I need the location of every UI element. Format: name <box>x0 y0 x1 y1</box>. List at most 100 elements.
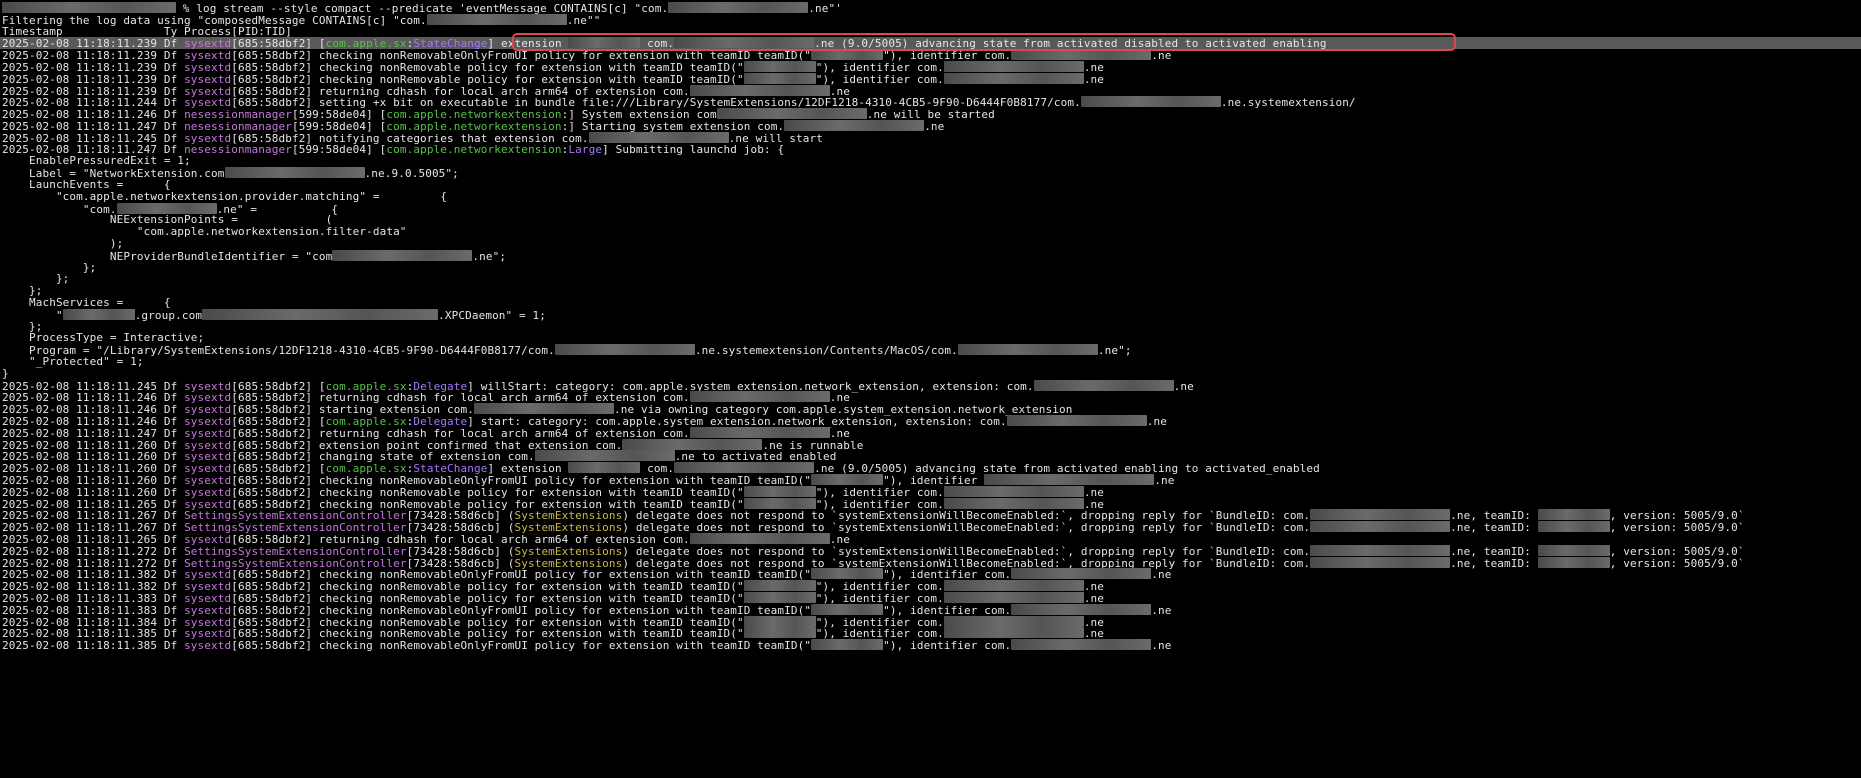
log-line: 2025-02-08 11:18:11.272 Df SettingsSyste… <box>2 556 1745 570</box>
log-line: 2025-02-08 11:18:11.260 Df sysextd[685:5… <box>2 474 1175 486</box>
redacted-text <box>743 61 816 72</box>
redacted-text <box>674 37 815 49</box>
log-line: 2025-02-08 11:18:11.239 Df sysextd[685:5… <box>2 72 1105 86</box>
log-text: .ne <box>1151 568 1172 582</box>
log-line: } <box>2 366 9 380</box>
log-line: % log stream --style compact --predicate… <box>2 2 842 14</box>
redacted-text <box>62 308 135 320</box>
redacted-text <box>1537 556 1610 568</box>
log-line: 2025-02-08 11:18:11.239 Df sysextd[685:5… <box>2 84 850 97</box>
redacted-text <box>202 308 439 320</box>
log-text: .XPCDaemon" = 1; <box>438 308 547 322</box>
log-text: .ne <box>1173 379 1194 393</box>
log-text: .ne, teamID: <box>1450 521 1538 535</box>
log-text: "), identifier com. <box>883 639 1012 653</box>
redacted-text <box>332 249 473 261</box>
log-text: ProcessType = Interactive; <box>2 331 205 345</box>
redacted-text <box>622 438 763 450</box>
log-text: [599:58de04] [ <box>291 142 387 156</box>
log-text: ); <box>2 237 124 250</box>
log-line: EnablePressuredExit = 1; <box>2 155 191 167</box>
redacted-text <box>689 84 830 96</box>
log-line: 2025-02-08 11:18:11.383 Df sysextd[685:5… <box>2 592 1104 604</box>
redacted-text <box>1537 521 1610 533</box>
log-text: .ne.9.0.5005"; <box>364 167 459 181</box>
redacted-text <box>743 615 816 627</box>
log-text: .ne <box>1146 415 1167 428</box>
redacted-text <box>689 533 830 544</box>
log-line: ProcessType = Interactive; <box>2 332 204 344</box>
redacted-text <box>943 485 1084 497</box>
redacted-text <box>1033 379 1174 391</box>
log-line: 2025-02-08 11:18:11.244 Df sysextd[685:5… <box>2 96 1356 110</box>
log-line: ); <box>2 238 123 250</box>
redacted-text <box>811 49 884 61</box>
terminal-window[interactable]: % log stream --style compact --predicate… <box>0 0 1861 778</box>
log-text: , version: 5005/9.0` <box>1609 556 1745 570</box>
log-line: 2025-02-08 11:18:11.246 Df sysextd[685:5… <box>2 403 1073 416</box>
log-text: [685:58dbf2] checking nonRemovableOnlyFr… <box>231 639 812 653</box>
log-text: MachServices = { <box>2 296 171 309</box>
redacted-text <box>568 37 641 49</box>
log-text: .ne <box>1151 49 1172 63</box>
redacted-text <box>943 615 1084 627</box>
redacted-text <box>554 344 695 356</box>
redacted-text <box>2 2 176 13</box>
redacted-text <box>716 108 867 120</box>
log-text: .ne <box>1151 603 1172 617</box>
redacted-text <box>743 580 816 592</box>
log-text: .ne <box>924 120 945 133</box>
log-line: 2025-02-08 11:18:11.383 Df sysextd[685:5… <box>2 603 1172 617</box>
log-text: .ne, teamID: <box>1450 556 1538 570</box>
log-line: 2025-02-08 11:18:11.265 Df sysextd[685:5… <box>2 497 1104 510</box>
log-line: "_Protected" = 1; <box>2 356 144 368</box>
log-line: 2025-02-08 11:18:11.267 Df SettingsSyste… <box>2 509 1745 522</box>
log-text: } <box>2 366 9 380</box>
redacted-text <box>534 450 675 462</box>
log-text: 2025-02-08 11:18:11.385 Df <box>2 639 185 653</box>
log-line: 2025-02-08 11:18:11.245 Df sysextd[685:5… <box>2 379 1194 393</box>
log-line: 2025-02-08 11:18:11.246 Df sysextd[685:5… <box>2 415 1167 427</box>
log-line: 2025-02-08 11:18:11.260 Df sysextd[685:5… <box>2 462 1320 475</box>
redacted-text <box>689 426 830 438</box>
redacted-text <box>1310 521 1451 533</box>
redacted-text <box>474 403 614 415</box>
log-text: .ne"; <box>472 249 507 263</box>
log-line: " .group.com .XPCDaemon" = 1; <box>2 308 547 322</box>
redacted-text <box>674 462 815 474</box>
redacted-text <box>1011 568 1152 580</box>
redacted-text <box>1011 49 1152 61</box>
log-line: 2025-02-08 11:18:11.246 Df nesessionmana… <box>2 108 995 121</box>
log-line: 2025-02-08 11:18:11.260 Df sysextd[685:5… <box>2 450 837 463</box>
redacted-text <box>984 474 1155 485</box>
redacted-text <box>1310 544 1451 556</box>
log-text: "com.apple.networkextension.provider.mat… <box>2 189 448 203</box>
redacted-text <box>1011 603 1152 615</box>
redacted-text <box>1080 96 1221 108</box>
log-text: .ne"" <box>566 13 601 27</box>
log-text: Timestamp Ty Process[PID:TID] <box>2 24 292 38</box>
log-text: , version: 5005/9.0` <box>1609 521 1745 535</box>
redacted-text <box>568 462 641 474</box>
redacted-text <box>1537 509 1610 521</box>
log-line: 2025-02-08 11:18:11.385 Df sysextd[685:5… <box>2 639 1171 653</box>
log-line: 2025-02-08 11:18:11.260 Df sysextd[685:5… <box>2 438 863 451</box>
redacted-text <box>943 592 1084 603</box>
log-line: "com.apple.networkextension.provider.mat… <box>2 189 448 203</box>
redacted-text <box>743 72 816 84</box>
log-text: .group.com <box>134 308 203 322</box>
redacted-text <box>811 474 884 485</box>
log-line: 2025-02-08 11:18:11.246 Df sysextd[685:5… <box>2 391 850 404</box>
redacted-text <box>1310 556 1451 568</box>
log-line: 2025-02-08 11:18:11.267 Df SettingsSyste… <box>2 521 1745 535</box>
redacted-text <box>588 131 729 143</box>
redacted-text <box>943 61 1084 72</box>
log-line: Timestamp Ty Process[PID:TID] <box>2 24 292 38</box>
log-text: .ne <box>1083 72 1105 86</box>
log-process-text: sysextd <box>184 639 232 653</box>
redacted-text <box>784 120 925 131</box>
log-text: .ne.systemextension/ <box>1220 96 1356 110</box>
redacted-text <box>1537 544 1610 556</box>
log-line: 2025-02-08 11:18:11.247 Df sysextd[685:5… <box>2 426 850 439</box>
log-process-text: nesessionmanager <box>184 142 292 156</box>
